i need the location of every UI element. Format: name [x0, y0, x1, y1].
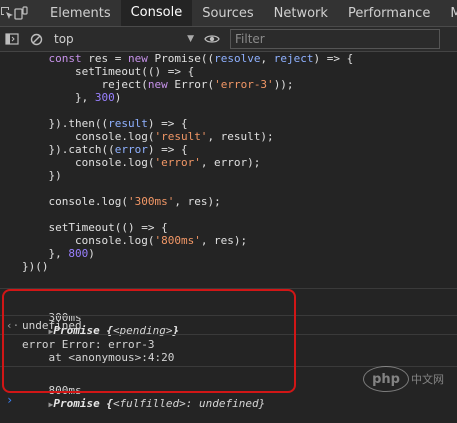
code-token: )); — [273, 78, 294, 91]
code-line: }, 300) — [0, 91, 457, 104]
code-token: reject( — [22, 78, 148, 91]
code-token: 'error' — [154, 156, 201, 169]
code-token: '300ms' — [127, 195, 175, 208]
code-token: , result); — [207, 130, 274, 143]
code-token: ) => { — [147, 143, 188, 156]
code-token: '800ms' — [154, 234, 201, 247]
promise-object[interactable]: Promise { — [53, 397, 113, 410]
log-label: 800ms — [48, 384, 82, 397]
code-token: new — [147, 78, 168, 91]
tab-memory-truncated[interactable]: M — [440, 0, 457, 26]
code-token: setTimeout(() => { — [22, 65, 195, 78]
inspect-element-icon[interactable] — [0, 0, 14, 26]
code-token: error — [114, 143, 148, 156]
devtools-tab-bar: Elements Console Sources Network Perform… — [0, 0, 457, 27]
promise-value: : undefined} — [185, 397, 266, 410]
code-token: })() — [22, 260, 49, 273]
code-token: res = — [81, 52, 128, 65]
code-line: console.log('error', error); — [0, 156, 457, 169]
code-token: console.log( — [22, 195, 128, 208]
code-token: , — [260, 52, 274, 65]
php-watermark: php 中文网 — [363, 364, 451, 392]
tab-performance[interactable]: Performance — [338, 0, 440, 26]
return-value-message: undefined — [22, 319, 82, 332]
code-token: reject — [273, 52, 314, 65]
code-line: }).catch((error) => { — [0, 143, 457, 156]
watermark-logo: php — [363, 366, 409, 392]
code-token: const — [48, 52, 82, 65]
console-prompt-icon[interactable]: › — [6, 393, 13, 407]
code-token: ) => { — [147, 117, 188, 130]
return-value-icon: ‹· — [6, 319, 20, 332]
tab-elements[interactable]: Elements — [40, 0, 121, 26]
code-line: }, 800) — [0, 247, 457, 260]
code-token: , res); — [200, 234, 248, 247]
code-token: resolve — [214, 52, 261, 65]
chevron-down-icon: ▼ — [187, 34, 194, 44]
code-token: , error); — [200, 156, 261, 169]
code-line: setTimeout(() => { — [0, 221, 457, 234]
code-line: console.log('result', result); — [0, 130, 457, 143]
code-line: const res = new Promise((resolve, reject… — [0, 52, 457, 65]
code-token: }) — [22, 169, 62, 182]
error-message-stack: at <anonymous>:4:20 — [22, 351, 175, 364]
console-toolbar: top ▼ — [0, 27, 457, 52]
code-token: Promise(( — [147, 52, 215, 65]
code-token: ) — [88, 247, 95, 260]
code-line: console.log('800ms', res); — [0, 234, 457, 247]
tab-network[interactable]: Network — [264, 0, 338, 26]
code-line: }) — [0, 169, 457, 182]
code-token: 800 — [68, 247, 89, 260]
code-token: }).catch(( — [22, 143, 115, 156]
code-token: 'error-3' — [214, 78, 274, 91]
clear-console-icon[interactable] — [24, 27, 48, 51]
code-token: 'result' — [154, 130, 208, 143]
code-line: }).then((result) => { — [0, 117, 457, 130]
code-token: }, — [22, 91, 95, 104]
message-divider — [0, 315, 457, 316]
code-token: result — [108, 117, 148, 130]
code-token: }, — [22, 247, 69, 260]
code-token: ) => { — [313, 52, 354, 65]
eye-icon[interactable] — [200, 27, 224, 51]
filter-input[interactable] — [230, 29, 440, 49]
code-line: })() — [0, 260, 457, 273]
device-toolbar-icon[interactable] — [14, 0, 28, 26]
code-token: setTimeout(() => { — [22, 221, 168, 234]
console-input-echo: const res = new Promise((resolve, reject… — [0, 52, 457, 288]
code-token: }).then(( — [22, 117, 109, 130]
code-token: console.log( — [22, 156, 155, 169]
code-token: console.log( — [22, 234, 155, 247]
promise-state: <fulfilled> — [112, 397, 186, 410]
watermark-site: 中文网 — [411, 373, 444, 386]
tab-sources[interactable]: Sources — [192, 0, 263, 26]
code-token: Error( — [167, 78, 215, 91]
code-line: console.log('300ms', res); — [0, 195, 457, 208]
code-token: console.log( — [22, 130, 155, 143]
code-line: reject(new Error('error-3')); — [0, 78, 457, 91]
error-message-line1: error Error: error-3 — [22, 338, 155, 351]
code-token: , res); — [174, 195, 221, 208]
code-token: new — [127, 52, 148, 65]
sidebar-toggle-icon[interactable] — [0, 27, 24, 51]
tab-console[interactable]: Console — [120, 0, 193, 26]
context-selector[interactable]: top ▼ — [54, 32, 194, 46]
code-line: setTimeout(() => { — [0, 65, 457, 78]
message-divider — [0, 334, 457, 335]
context-selector-label: top — [54, 32, 74, 46]
code-token: 300 — [94, 91, 115, 104]
code-token: ) — [114, 91, 122, 104]
